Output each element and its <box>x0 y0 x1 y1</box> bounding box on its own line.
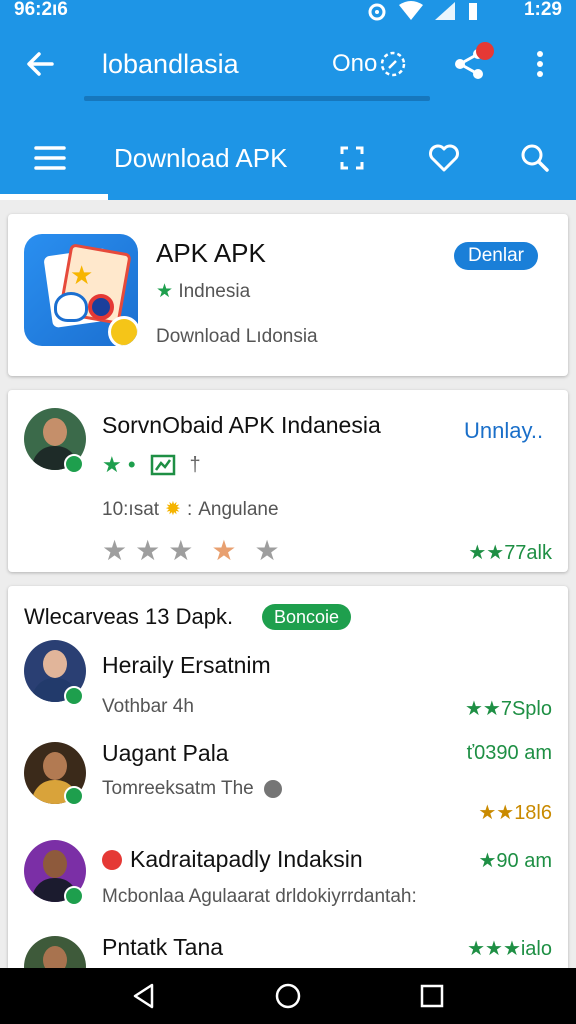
list-item-stat: ★★18l6 <box>478 802 552 824</box>
online-label: Ono <box>332 50 378 77</box>
list-item-sub: Tomreeksatm The <box>102 778 254 799</box>
battery-icon <box>469 3 477 20</box>
fullscreen-icon[interactable] <box>332 138 372 178</box>
list-item-stat: ★★★ialo <box>467 938 552 960</box>
app-icon-dot <box>88 294 114 320</box>
signal-icon <box>435 2 455 20</box>
verified-badge-icon <box>64 886 84 906</box>
list-item-name[interactable]: Kadraitapadly Indaksin <box>130 846 363 873</box>
featured-icons-row: ★ • † <box>102 452 201 478</box>
pin-icon: † <box>189 453 201 476</box>
app-rating: ★ Indnesia <box>156 280 250 303</box>
star-icon: ★ <box>254 535 280 566</box>
featured-meta-label: Angulane <box>198 498 279 520</box>
list-item-sub-row: Tomreeksatm The <box>102 778 282 800</box>
list-card: Wlecarveas 13 Dapk. Boncoie Heraily Ersa… <box>8 586 568 998</box>
globe-icon <box>263 780 282 798</box>
star-icon: ★ <box>168 535 194 566</box>
wifi-icon <box>399 1 423 20</box>
star-icon: ★ <box>102 535 128 566</box>
star-icon: ★ <box>135 535 161 566</box>
alert-icon <box>102 849 122 870</box>
status-time-left: 96:2ı6 <box>14 0 68 20</box>
list-item-stat: ★90 am <box>478 850 552 872</box>
title-underline <box>84 96 430 101</box>
tab-indicator <box>0 194 108 200</box>
nav-back-icon[interactable] <box>130 982 158 1010</box>
notification-badge <box>476 42 494 60</box>
star-icon: ★ <box>156 281 179 302</box>
app-bar: lobandlasia Ono Download APK <box>0 24 576 200</box>
tab-download-apk[interactable]: Download APK <box>114 138 287 178</box>
avatar-head <box>43 418 67 446</box>
featured-meta-time: 10:ısat <box>102 498 160 520</box>
list-item-stat: ★★7Splo <box>464 698 552 720</box>
app-card[interactable]: ★ APK APK Denlar ★ Indnesia Download Lıd… <box>8 214 568 376</box>
sun-icon: ✹ <box>165 499 181 520</box>
app-icon-character <box>54 292 88 322</box>
more-vert-icon[interactable] <box>530 46 550 82</box>
list-item-name[interactable]: Uagant Pala <box>102 740 229 767</box>
status-time-right: 1:29 <box>523 0 562 20</box>
share-button[interactable] <box>452 42 494 82</box>
list-header-badge[interactable]: Boncoie <box>262 604 352 630</box>
app-title: lobandlasia <box>102 49 239 79</box>
avatar-head <box>43 850 67 878</box>
app-icon-star: ★ <box>70 260 94 290</box>
star-icon: ★ • <box>102 452 136 477</box>
list-header: Wlecarveas 13 Dapk. <box>24 604 234 629</box>
verified-badge-icon <box>64 686 84 706</box>
search-icon[interactable] <box>514 138 554 178</box>
list-item-name[interactable]: Heraily Ersatnim <box>102 652 271 679</box>
app-title: APK APK <box>156 238 266 268</box>
list-item-title-row: Kadraitapadly Indaksin <box>102 846 363 873</box>
list-item-time: ť0390 am <box>466 742 552 764</box>
verified-badge-icon <box>64 786 84 806</box>
install-link[interactable]: Unnlay.. <box>464 418 543 444</box>
rating-stars: ★ ★ ★ ★ ★ <box>102 534 280 567</box>
nav-recents-icon[interactable] <box>418 982 446 1010</box>
list-item-sub: Mcbonlaa Agulaarat drldokiyrrdantah: <box>102 886 417 907</box>
nav-home-icon[interactable] <box>274 982 302 1010</box>
app-rating-text: Indnesia <box>178 281 251 302</box>
chart-icon <box>150 454 175 476</box>
list-item-name[interactable]: Pntatk Tana <box>102 934 223 961</box>
featured-meta: 10:ısat ✹: Angulane <box>102 498 279 521</box>
heart-icon[interactable] <box>424 138 464 178</box>
online-indicator[interactable]: Ono <box>332 46 407 82</box>
featured-title: SorvnObaid APK Indanesia <box>102 412 381 438</box>
status-icons <box>366 0 480 22</box>
featured-card[interactable]: SorvnObaid APK Indanesia Unnlay.. ★ • † … <box>8 390 568 572</box>
avatar-head <box>43 752 67 780</box>
back-arrow-icon[interactable] <box>22 46 58 82</box>
alarm-icon <box>368 3 386 21</box>
app-subtitle: Download Lıdonsia <box>156 326 318 347</box>
coin-icon <box>108 316 138 346</box>
star-icon: ★ <box>211 535 237 566</box>
verified-badge-icon <box>64 454 84 474</box>
menu-icon[interactable] <box>30 138 70 178</box>
tab-bar: Download APK <box>0 124 576 200</box>
avatar-head <box>43 650 67 678</box>
app-icon: ★ <box>24 234 138 346</box>
list-item-sub: Vothbar 4h <box>102 696 194 717</box>
compass-icon <box>381 51 406 77</box>
featured-stat: ★★77alk <box>468 542 552 564</box>
download-badge-button[interactable]: Denlar <box>454 242 538 270</box>
system-nav-bar <box>0 968 576 1024</box>
status-bar: 96:2ı6 1:29 <box>0 0 576 24</box>
